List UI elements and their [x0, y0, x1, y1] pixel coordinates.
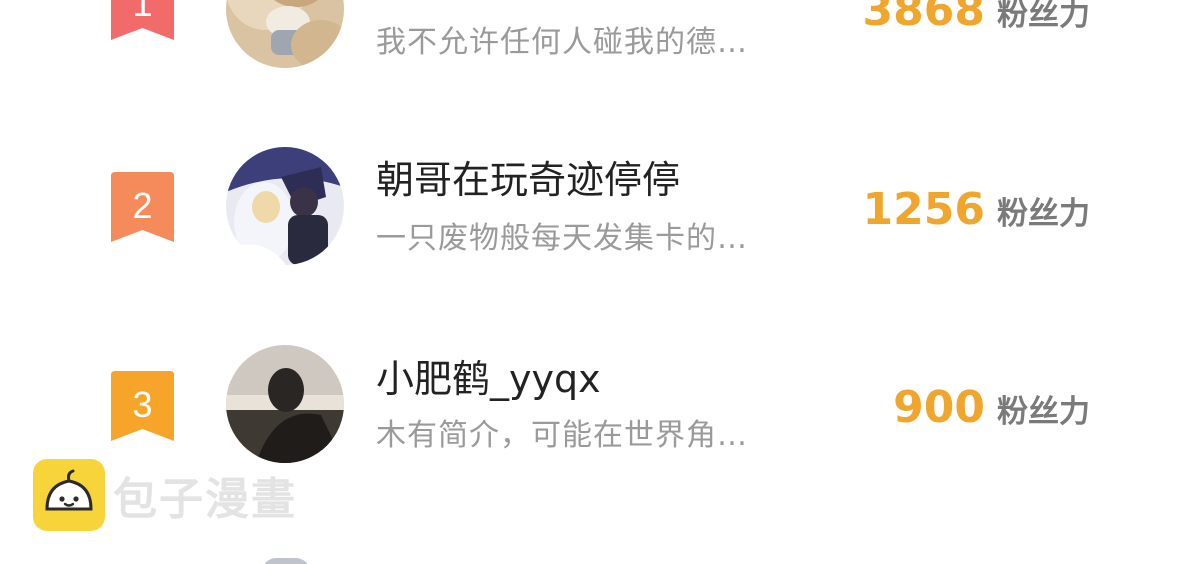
fan-ranking-screen: 1 我不允许任何人碰我的德… 3868 粉丝力 2 朝哥在玩奇迹停停 一只废物般…: [0, 0, 1200, 564]
watermark-text: 包子漫畫: [113, 474, 297, 525]
score-unit: 粉丝力: [997, 196, 1090, 232]
ranking-row-2[interactable]: 2 朝哥在玩奇迹停停 一只废物般每天发集卡的… 1256 粉丝力: [0, 101, 1200, 299]
fan-score: 1256 粉丝力: [863, 185, 1090, 244]
avatar[interactable]: [226, 147, 344, 265]
rank-number: 1: [132, 0, 153, 24]
user-bio: 一只废物般每天发集卡的…: [376, 221, 748, 256]
score-unit: 粉丝力: [997, 394, 1090, 430]
user-bio: 木有简介，可能在世界角…: [376, 418, 748, 453]
rank-number: 3: [132, 384, 153, 425]
rank-badge-3: 3: [111, 371, 174, 441]
avatar-image-icon: [226, 345, 344, 463]
user-name: 朝哥在玩奇迹停停: [376, 158, 681, 202]
ranking-row-1[interactable]: 1 我不允许任何人碰我的德… 3868 粉丝力: [0, 0, 1200, 101]
fan-score: 900 粉丝力: [893, 383, 1090, 442]
avatar[interactable]: [226, 345, 344, 463]
fan-score: 3868 粉丝力: [863, 0, 1090, 45]
score-value: 3868: [862, 0, 985, 36]
score-value: 1256: [862, 184, 985, 235]
rank-badge-2: 2: [111, 172, 174, 242]
avatar-image-icon: [226, 0, 344, 68]
score-value: 900: [893, 382, 985, 433]
watermark: 包子漫畫: [33, 459, 297, 531]
user-bio: 我不允许任何人碰我的德…: [376, 25, 748, 60]
score-unit: 粉丝力: [997, 0, 1090, 33]
avatar[interactable]: [226, 0, 344, 68]
bun-logo-icon: [33, 459, 105, 531]
next-avatar-partial: [262, 558, 310, 564]
avatar-image-icon: [226, 147, 344, 265]
rank-number: 2: [132, 185, 153, 226]
rank-badge-1: 1: [111, 0, 174, 40]
user-name: 小肥鹤_yyqx: [376, 357, 601, 401]
